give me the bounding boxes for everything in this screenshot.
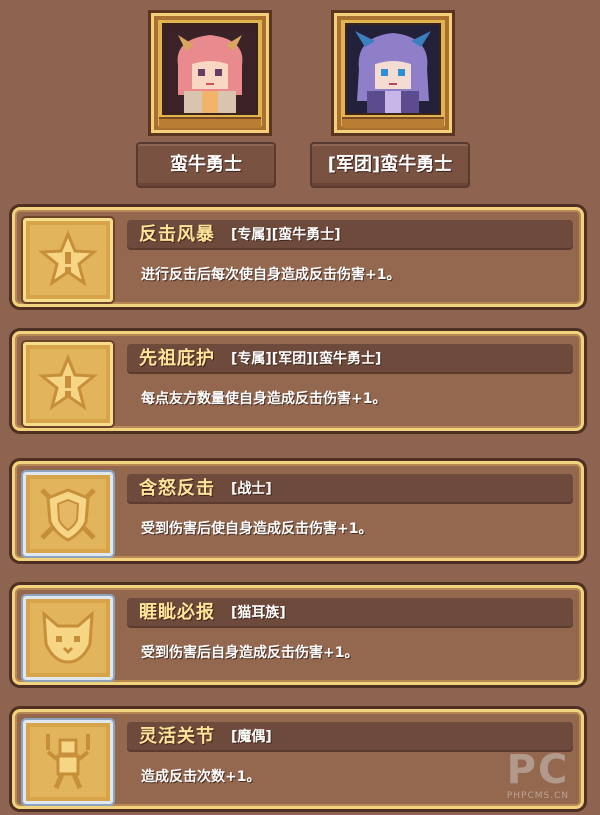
portrait-base — [342, 117, 444, 128]
skill-title-bar: 含怒反击 [战士] — [127, 474, 573, 504]
skill-title-bar: 睚眦必报 [猫耳族] — [127, 598, 573, 628]
skill-description: 受到伤害后使自身造成反击伤害+1。 — [141, 521, 373, 537]
pink-haired-warrior-portrait — [162, 23, 258, 115]
skill-tags: [战士] — [231, 481, 272, 497]
skill-icon-frame — [23, 596, 113, 680]
watermark: PC PHPCMS.CN — [494, 749, 582, 801]
watermark-text: PHPCMS.CN — [506, 791, 570, 801]
shield-swords-icon — [40, 488, 96, 542]
skill-title-bar: 反击风暴 [专属][蛮牛勇士] — [127, 220, 573, 250]
skill-tags: [专属][军团][蛮牛勇士] — [231, 351, 382, 367]
skill-description: 受到伤害后自身造成反击伤害+1。 — [141, 645, 359, 661]
skill-tags: [魔偶] — [231, 729, 272, 745]
skill-name: 睚眦必报 — [139, 602, 215, 623]
watermark-logo: PC — [506, 747, 570, 793]
puppet-icon — [46, 734, 90, 789]
skill-tags: [专属][蛮牛勇士] — [231, 227, 341, 243]
portrait-frame-2[interactable] — [331, 10, 455, 136]
purple-haired-warrior-portrait — [345, 23, 441, 115]
star-icon — [38, 230, 98, 287]
skill-card-1[interactable]: 反击风暴 [专属][蛮牛勇士] 进行反击后每次使自身造成反击伤害+1。 — [12, 207, 584, 307]
star-icon — [38, 354, 98, 411]
skill-icon-frame — [23, 720, 113, 804]
skill-description: 进行反击后每次使自身造成反击伤害+1。 — [141, 267, 401, 283]
skill-description: 每点友方数量使自身造成反击伤害+1。 — [141, 391, 387, 407]
portrait-frame-1[interactable] — [148, 10, 272, 136]
skill-card-2[interactable]: 先祖庇护 [专属][军团][蛮牛勇士] 每点友方数量使自身造成反击伤害+1。 — [12, 331, 584, 431]
skill-card-4[interactable]: 睚眦必报 [猫耳族] 受到伤害后自身造成反击伤害+1。 — [12, 585, 584, 685]
skill-title-bar: 先祖庇护 [专属][军团][蛮牛勇士] — [127, 344, 573, 374]
skill-name: 含怒反击 — [139, 478, 215, 499]
skill-icon-frame — [23, 342, 113, 426]
skill-name: 灵活关节 — [139, 726, 215, 747]
skill-description: 造成反击次数+1。 — [141, 769, 261, 785]
character-name-plate-2: [军团]蛮牛勇士 — [310, 142, 470, 188]
skill-tags: [猫耳族] — [231, 605, 286, 621]
skill-name: 反击风暴 — [139, 224, 215, 245]
skill-name: 先祖庇护 — [139, 348, 215, 369]
cat-face-icon — [42, 610, 94, 664]
character-name-plate-1: 蛮牛勇士 — [136, 142, 276, 188]
portrait-base — [159, 117, 261, 128]
skill-icon-frame — [23, 472, 113, 556]
skill-icon-frame — [23, 218, 113, 302]
skill-card-3[interactable]: 含怒反击 [战士] 受到伤害后使自身造成反击伤害+1。 — [12, 461, 584, 561]
